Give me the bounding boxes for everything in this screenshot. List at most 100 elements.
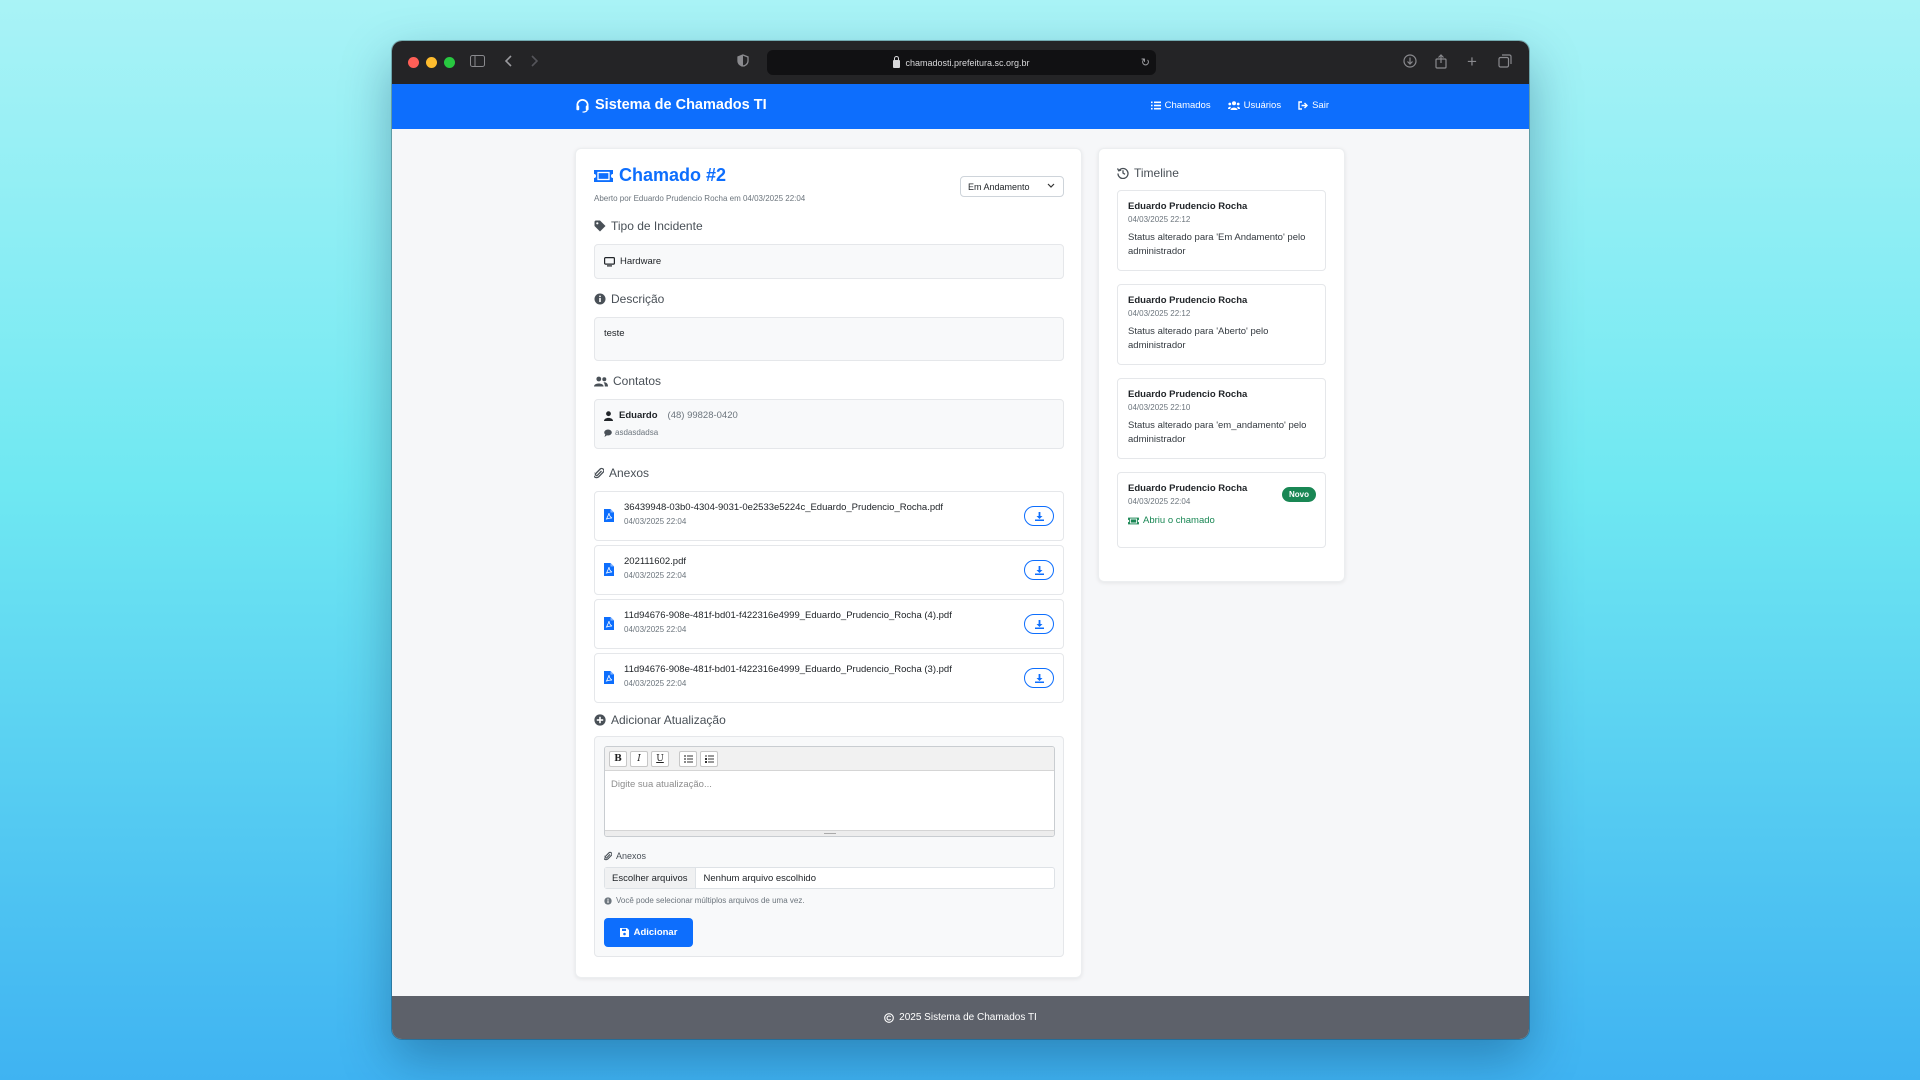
underline-button[interactable]: U	[651, 750, 669, 767]
timeline-item: Eduardo Prudencio Rocha 04/03/2025 22:04…	[1117, 472, 1326, 548]
download-button[interactable]	[1024, 560, 1054, 580]
contact-note-row: asdasdadsa	[604, 428, 658, 437]
attachment-date: 04/03/2025 22:04	[624, 625, 687, 634]
description-heading-text: Descrição	[611, 292, 665, 306]
rich-text-editor: B I U Digite sua atualização...	[604, 746, 1055, 837]
download-icon	[1034, 673, 1044, 683]
timeline-author: Eduardo Prudencio Rocha	[1128, 483, 1248, 494]
browser-window: chamadosti.prefeitura.sc.org.br ↻ + Sist…	[392, 41, 1529, 1039]
attachment-row: 11d94676-908e-481f-bd01-f422316e4999_Edu…	[594, 599, 1064, 649]
ticket-icon	[1128, 517, 1139, 524]
downloads-icon[interactable]	[1403, 54, 1417, 71]
file-input[interactable]: Escolher arquivos Nenhum arquivo escolhi…	[604, 867, 1055, 889]
timeline-card: Timeline Eduardo Prudencio Rocha 04/03/2…	[1098, 148, 1345, 582]
new-tab-icon[interactable]: +	[1467, 53, 1477, 70]
timeline-heading: Timeline	[1117, 166, 1179, 180]
navbar-brand[interactable]: Sistema de Chamados TI	[575, 97, 767, 113]
timeline-heading-text: Timeline	[1134, 166, 1179, 180]
attachments-heading-text: Anexos	[609, 466, 650, 480]
contacts-heading-text: Contatos	[613, 374, 662, 388]
description-text: teste	[604, 328, 625, 339]
ticket-card: Chamado #2 Aberto por Eduardo Prudencio …	[575, 148, 1082, 978]
incident-heading-text: Tipo de Incidente	[611, 219, 703, 233]
contact-phone: (48) 99828-0420	[667, 410, 738, 421]
update-form: B I U Digite sua atualização... Anexos E…	[594, 736, 1064, 957]
form-attachments-label: Anexos	[604, 851, 646, 861]
paperclip-icon	[594, 467, 604, 479]
download-icon	[1034, 619, 1044, 629]
status-badge: Novo	[1282, 487, 1316, 502]
timeline-open-message: Abriu o chamado	[1128, 515, 1215, 526]
update-textarea[interactable]: Digite sua atualização...	[611, 779, 712, 790]
description-box: teste	[594, 317, 1064, 361]
privacy-shield-icon[interactable]	[737, 54, 749, 70]
download-button[interactable]	[1024, 506, 1054, 526]
share-icon[interactable]	[1435, 54, 1447, 72]
bulleted-list-button[interactable]	[679, 750, 697, 767]
download-icon	[1034, 511, 1044, 521]
download-icon	[1034, 565, 1044, 575]
tab-overview-icon[interactable]	[1498, 54, 1512, 71]
numbered-list-icon	[704, 754, 714, 763]
contact-name: Eduardo	[619, 410, 658, 421]
reload-icon[interactable]: ↻	[1141, 56, 1150, 69]
timeline-date: 04/03/2025 22:12	[1128, 215, 1191, 224]
incident-box: Hardware	[594, 244, 1064, 279]
forward-icon[interactable]	[530, 54, 539, 70]
nav-usuarios[interactable]: Usuários	[1227, 100, 1281, 111]
attachment-date: 04/03/2025 22:04	[624, 679, 687, 688]
lock-icon	[893, 56, 901, 68]
file-hint: Você pode selecionar múltiplos arquivos …	[604, 896, 805, 905]
status-select-value: Em Andamento	[968, 181, 1030, 192]
timeline-date: 04/03/2025 22:04	[1128, 497, 1191, 506]
brand-text: Sistema de Chamados TI	[595, 97, 767, 113]
timeline-message: Status alterado para 'Aberto' pelo admin…	[1128, 326, 1269, 351]
timeline-author: Eduardo Prudencio Rocha	[1128, 295, 1248, 306]
incident-type: Hardware	[620, 256, 662, 267]
nav-chamados[interactable]: Chamados	[1150, 100, 1211, 111]
timeline-item: Eduardo Prudencio Rocha 04/03/2025 22:12…	[1117, 190, 1326, 271]
attachment-row: 202111602.pdf 04/03/2025 22:04	[594, 545, 1064, 595]
back-icon[interactable]	[504, 54, 513, 70]
editor-resize-handle[interactable]	[605, 830, 1054, 836]
incident-heading: Tipo de Incidente	[594, 219, 703, 233]
timeline-author: Eduardo Prudencio Rocha	[1128, 389, 1248, 400]
window-controls	[408, 57, 455, 68]
choose-files-button[interactable]: Escolher arquivos	[605, 868, 696, 888]
timeline-date: 04/03/2025 22:10	[1128, 403, 1191, 412]
info-circle-icon	[604, 896, 612, 905]
timeline-message: Status alterado para 'Em Andamento' pelo…	[1128, 232, 1306, 257]
attachment-name: 11d94676-908e-481f-bd01-f422316e4999_Edu…	[624, 664, 952, 675]
attachments-heading: Anexos	[594, 466, 649, 480]
users-icon	[1227, 101, 1240, 110]
add-update-heading: Adicionar Atualização	[594, 713, 726, 727]
copyright-icon	[884, 1012, 895, 1023]
monitor-icon	[604, 256, 615, 266]
zoom-window-button[interactable]	[444, 57, 455, 68]
italic-button[interactable]: I	[630, 750, 648, 767]
address-bar[interactable]: chamadosti.prefeitura.sc.org.br ↻	[767, 50, 1156, 75]
add-update-button[interactable]: Adicionar	[604, 918, 693, 947]
users-icon	[594, 376, 608, 386]
attachment-date: 04/03/2025 22:04	[624, 517, 687, 526]
sidebar-toggle-icon[interactable]	[470, 54, 485, 70]
file-pdf-icon	[604, 617, 614, 635]
status-select[interactable]: Em Andamento	[960, 176, 1064, 197]
numbered-list-button[interactable]	[700, 750, 718, 767]
headset-icon	[576, 98, 589, 113]
close-window-button[interactable]	[408, 57, 419, 68]
paperclip-icon	[604, 851, 612, 861]
attachment-name: 202111602.pdf	[624, 556, 686, 567]
contact-row: Eduardo (48) 99828-0420	[604, 410, 738, 421]
ticket-title: Chamado #2	[594, 165, 726, 186]
download-button[interactable]	[1024, 668, 1054, 688]
minimize-window-button[interactable]	[426, 57, 437, 68]
attachment-name: 36439948-03b0-4304-9031-0e2533e5224c_Edu…	[624, 502, 944, 513]
navbar: Sistema de Chamados TI Chamados Usuários…	[392, 84, 1529, 129]
nav-sair[interactable]: Sair	[1298, 100, 1329, 111]
description-heading: Descrição	[594, 292, 664, 306]
file-pdf-icon	[604, 671, 614, 689]
download-button[interactable]	[1024, 614, 1054, 634]
bold-button[interactable]: B	[609, 750, 627, 767]
timeline-author: Eduardo Prudencio Rocha	[1128, 201, 1248, 212]
